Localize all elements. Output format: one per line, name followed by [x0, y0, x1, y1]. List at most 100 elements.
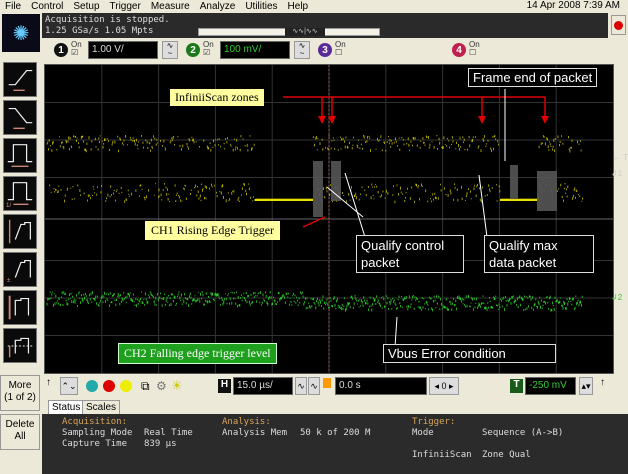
more-label: More: [8, 380, 32, 391]
status-panel: Acquisition: Sampling Mode Real Time Cap…: [42, 414, 628, 474]
menu-analyze[interactable]: Analyze: [200, 1, 236, 12]
menu-control[interactable]: Control: [31, 1, 63, 12]
level-trigger-icon[interactable]: [3, 328, 37, 363]
channel-1-coupling-button[interactable]: ∿ ~: [162, 41, 178, 59]
palette-icon[interactable]: ⚙: [156, 379, 167, 393]
qualify-max-label: Qualify max data packet: [484, 235, 594, 273]
pulse-width-trigger-icon[interactable]: [3, 138, 37, 173]
menu-file[interactable]: File: [5, 1, 21, 12]
trigger-level-stepper[interactable]: ▴▾: [579, 377, 593, 395]
trigger-toolbar: 1/ ± More (1 of 2) Delete All: [0, 60, 42, 474]
waveform-graticule: [45, 65, 613, 373]
delete-all-button[interactable]: Delete All: [0, 414, 40, 450]
infiniiscan-zone: [313, 161, 323, 217]
more-button[interactable]: More (1 of 2): [0, 375, 40, 411]
sampling-mode-label: Sampling Mode: [62, 428, 133, 438]
delete-label: Delete: [5, 419, 35, 430]
setup-hold-trigger-icon[interactable]: ±: [3, 252, 37, 287]
agilent-logo-icon[interactable]: ✺: [2, 14, 40, 52]
svg-text:±: ±: [7, 277, 11, 284]
channel-2-coupling-button[interactable]: ∿ ~: [294, 41, 310, 59]
menu-bar: File Control Setup Trigger Measure Analy…: [0, 0, 628, 13]
delete-all-label: All: [14, 431, 26, 442]
channel-1-on-label: On: [71, 40, 82, 49]
channel-1-on-checkbox[interactable]: On ☑: [71, 41, 82, 57]
capture-time-value: 839 µs: [144, 439, 177, 449]
channel-4-badge[interactable]: 4: [452, 43, 466, 57]
waveform-navigator-window[interactable]: ∿∿|∿∿: [285, 28, 325, 36]
zoom-icon[interactable]: ⧉: [141, 379, 150, 394]
color-red-icon[interactable]: [103, 380, 115, 392]
channel-4-on-checkbox[interactable]: On ☐: [469, 41, 480, 57]
delay-reference-value: 0: [441, 381, 447, 391]
analysis-mem-label: Analysis Mem: [222, 428, 288, 438]
waveform-display[interactable]: ← T ↲1 ↲2: [44, 64, 628, 374]
acquisition-heading: Acquisition:: [62, 417, 128, 427]
analysis-mem-value: 50 k of 200 M: [300, 428, 371, 438]
frame-end-label: Frame end of packet: [468, 68, 598, 87]
scroll-up-icon[interactable]: ↑: [46, 377, 51, 388]
qualify-control-label: Qualify control packet: [356, 235, 464, 273]
delay-field[interactable]: 0.0 s: [335, 377, 427, 395]
zone-arrow-head: [541, 116, 549, 124]
timebase-coarse-icon[interactable]: ∿: [308, 377, 320, 395]
menu-trigger[interactable]: Trigger: [110, 1, 141, 12]
acquisition-state: Acquisition is stopped.: [45, 15, 170, 25]
channel-2-ground-marker: ↲2: [611, 293, 623, 302]
color-cyan-icon[interactable]: [86, 380, 98, 392]
delay-reference-control[interactable]: ◂ 0 ▸: [429, 377, 459, 395]
more-page-label: (1 of 2): [4, 392, 36, 403]
horizontal-label: H: [218, 379, 231, 393]
channel-3-on-checkbox[interactable]: On ☐: [335, 41, 346, 57]
qualify-control-line1: Qualify control: [361, 238, 445, 253]
scroll-up-right-icon[interactable]: ↑: [600, 377, 605, 388]
trigger-mode-value: Sequence (A->B): [482, 428, 564, 438]
channel-2-on-label: On: [203, 40, 214, 49]
menu-utilities[interactable]: Utilities: [245, 1, 277, 12]
tab-status[interactable]: Status: [48, 400, 85, 415]
zone-arrow-head: [478, 116, 486, 124]
brightness-icon[interactable]: ☀: [171, 378, 183, 394]
edge-rising-trigger-icon[interactable]: [3, 62, 37, 97]
ch2-trigger-label: CH2 Falling edge trigger level: [118, 343, 277, 364]
menu-measure[interactable]: Measure: [151, 1, 190, 12]
trigger-level-field[interactable]: -250 mV: [525, 377, 576, 395]
channel-3-on-label: On: [335, 40, 346, 49]
annotation-leader: [478, 174, 488, 238]
infiniiscan-zone: [510, 165, 518, 199]
trigger-level-marker: ← T: [613, 153, 628, 162]
trigger-marker-label: T: [623, 153, 628, 162]
stop-icon: [614, 20, 623, 30]
color-yellow-icon[interactable]: [120, 380, 132, 392]
tab-scales[interactable]: Scales: [82, 400, 121, 415]
edge-falling-trigger-icon[interactable]: [3, 100, 37, 135]
channel-2-on-checkbox[interactable]: On ☑: [203, 41, 214, 57]
svg-text:1/: 1/: [6, 202, 12, 209]
timebase-fine-icon[interactable]: ∿: [295, 377, 307, 395]
channel-2-badge[interactable]: 2: [186, 43, 200, 57]
analysis-heading: Analysis:: [222, 417, 271, 427]
trigger-label: T: [510, 379, 523, 393]
channel-1-scale[interactable]: 1.00 V/: [88, 41, 158, 59]
qualify-max-line2: data packet: [489, 255, 557, 270]
qualify-max-line1: Qualify max: [489, 238, 558, 253]
channel-3-badge[interactable]: 3: [318, 43, 332, 57]
infiniiscan-value: Zone Qual: [482, 450, 531, 460]
period-trigger-icon[interactable]: 1/: [3, 176, 37, 211]
ch1-trigger-label: CH1 Rising Edge Trigger: [145, 221, 281, 240]
window-trigger-icon[interactable]: [3, 290, 37, 325]
channel-1-badge[interactable]: 1: [54, 43, 68, 57]
vbus-leader: [394, 316, 398, 348]
channel-2-scale[interactable]: 100 mV/: [220, 41, 290, 59]
run-stop-button[interactable]: [611, 15, 626, 35]
scale-stepper[interactable]: ⌃⌄: [60, 377, 78, 395]
infiniiscan-zones-label: InfiniiScan zones: [170, 89, 264, 106]
menu-help[interactable]: Help: [288, 1, 309, 12]
qualify-control-line2: packet: [361, 255, 400, 270]
menu-setup[interactable]: Setup: [73, 1, 99, 12]
vbus-error-label: Vbus Error condition: [383, 344, 556, 363]
capture-time-label: Capture Time: [62, 439, 128, 449]
runt-trigger-icon[interactable]: [3, 214, 37, 249]
timebase-field[interactable]: 15.0 µs/: [233, 377, 293, 395]
infiniiscan-label: InfiniiScan: [412, 450, 472, 460]
